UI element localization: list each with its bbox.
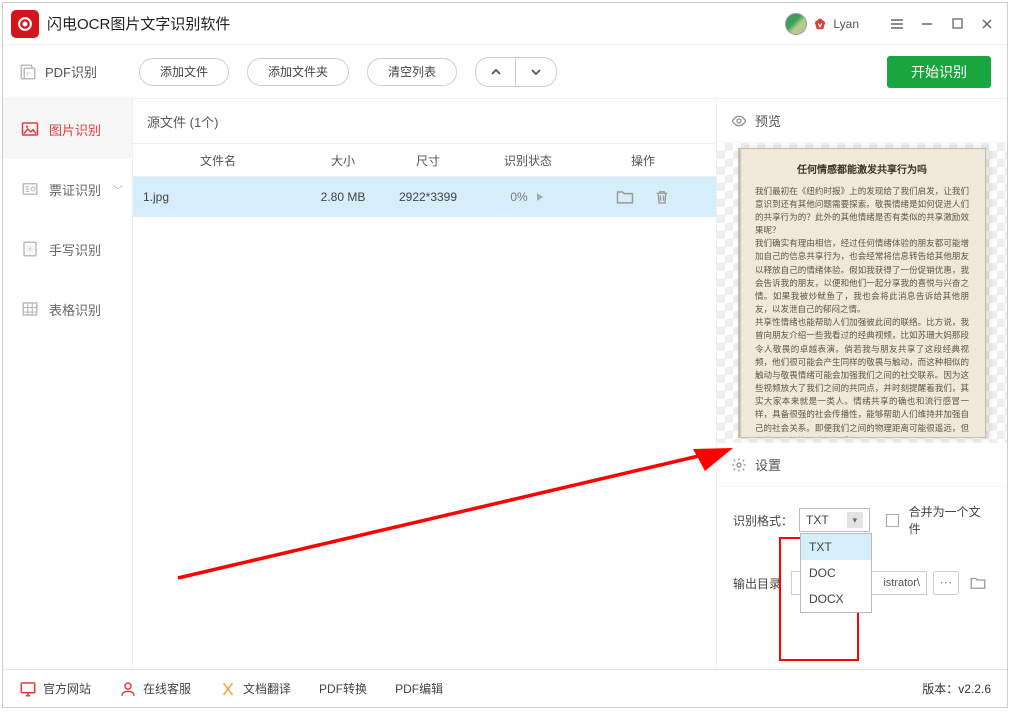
app-logo: [11, 10, 39, 38]
file-dim-cell: 2922*3399: [383, 190, 473, 204]
progress-indicator: 0%: [510, 190, 545, 204]
sidebar-item-label: PDF识别: [45, 62, 97, 81]
output-label: 输出目录: [733, 575, 785, 592]
preview-page-thumbnail[interactable]: 任何情感都能激发共享行为吗 我们最初在《纽约时报》上的发现给了我们启发，让我们意…: [738, 148, 986, 438]
gear-icon: [731, 457, 747, 473]
footer: 官方网站 在线客服 文档翻译 PDF转换 PDF编辑 版本：v2.2.6: [3, 669, 1007, 707]
chevron-down-icon: ▾: [847, 512, 863, 528]
menu-button[interactable]: [885, 12, 909, 36]
sidebar-item-label: 图片识别: [49, 120, 101, 139]
svg-text:P: P: [27, 71, 31, 77]
col-header-name: 文件名: [133, 152, 303, 169]
format-dropdown[interactable]: TXT DOC DOCX: [800, 533, 872, 613]
sidebar-item-pdf[interactable]: P PDF识别: [19, 62, 119, 81]
col-header-dim: 尺寸: [383, 152, 473, 169]
merge-checkbox[interactable]: [886, 514, 899, 527]
col-header-status: 识别状态: [473, 152, 583, 169]
delete-icon[interactable]: [653, 187, 671, 207]
open-folder-icon[interactable]: [615, 187, 635, 207]
start-recognition-button[interactable]: 开始识别: [887, 56, 991, 88]
format-select[interactable]: TXT ▾ TXT DOC DOCX: [799, 508, 870, 532]
move-down-button[interactable]: [516, 58, 556, 86]
file-list-panel: 源文件 (1个) 文件名 大小 尺寸 识别状态 操作 1.jpg 2.80 MB…: [133, 99, 717, 669]
version-label: 版本：v2.2.6: [922, 680, 991, 697]
add-folder-button[interactable]: 添加文件夹: [247, 58, 349, 86]
toolbar: P PDF识别 添加文件 添加文件夹 清空列表 开始识别: [3, 45, 1007, 99]
footer-link-translate[interactable]: 文档翻译: [219, 680, 291, 698]
sidebar-item-handwriting[interactable]: 手写识别: [3, 219, 132, 279]
move-up-button[interactable]: [476, 58, 516, 86]
file-table-header: 文件名 大小 尺寸 识别状态 操作: [133, 143, 716, 177]
footer-link-support[interactable]: 在线客服: [119, 680, 191, 698]
format-label: 识别格式：: [733, 512, 793, 529]
format-option-doc[interactable]: DOC: [801, 560, 871, 586]
footer-link-pdf-convert[interactable]: PDF转换: [319, 680, 367, 697]
merge-label: 合并为一个文件: [909, 503, 991, 537]
file-section-title: 源文件 (1个): [133, 99, 716, 143]
col-header-size: 大小: [303, 152, 383, 169]
eye-icon: [731, 113, 747, 129]
minimize-button[interactable]: [915, 12, 939, 36]
preview-body: 任何情感都能激发共享行为吗 我们最初在《纽约时报》上的发现给了我们启发，让我们意…: [717, 143, 1007, 443]
more-button[interactable]: ⋯: [933, 571, 959, 595]
settings-header: 设置: [717, 443, 1007, 487]
sidebar-item-table[interactable]: 表格识别: [3, 279, 132, 339]
preview-header: 预览: [717, 99, 1007, 143]
add-file-button[interactable]: 添加文件: [139, 58, 229, 86]
format-option-docx[interactable]: DOCX: [801, 586, 871, 612]
preview-title: 预览: [755, 111, 781, 130]
sidebar-item-label: 票证识别: [49, 180, 101, 199]
play-icon[interactable]: [534, 191, 546, 203]
sidebar-item-label: 表格识别: [49, 300, 101, 319]
footer-link-website[interactable]: 官方网站: [19, 680, 91, 698]
sidebar: 图片识别 票证识别 ﹀ 手写识别 表格识别: [3, 99, 133, 669]
user-avatar[interactable]: [785, 13, 807, 35]
username-label[interactable]: Lyan: [833, 17, 859, 31]
clear-list-button[interactable]: 清空列表: [367, 58, 457, 86]
chevron-down-icon: ﹀: [113, 182, 123, 197]
file-size-cell: 2.80 MB: [303, 190, 383, 204]
app-title: 闪电OCR图片文字识别软件: [47, 13, 230, 34]
sidebar-item-image[interactable]: 图片识别: [3, 99, 132, 159]
vip-badge-icon: [813, 17, 827, 31]
settings-title: 设置: [755, 455, 781, 474]
sidebar-item-label: 手写识别: [49, 240, 101, 259]
col-header-op: 操作: [583, 152, 703, 169]
file-name-cell: 1.jpg: [133, 190, 303, 204]
maximize-button[interactable]: [945, 12, 969, 36]
table-row[interactable]: 1.jpg 2.80 MB 2922*3399 0%: [133, 177, 716, 217]
reorder-group: [475, 57, 557, 87]
format-option-txt[interactable]: TXT: [801, 534, 871, 560]
titlebar: 闪电OCR图片文字识别软件 Lyan: [3, 3, 1007, 45]
close-button[interactable]: [975, 12, 999, 36]
footer-link-pdf-edit[interactable]: PDF编辑: [395, 680, 443, 697]
sidebar-item-ticket[interactable]: 票证识别 ﹀: [3, 159, 132, 219]
right-panel: 预览 任何情感都能激发共享行为吗 我们最初在《纽约时报》上的发现给了我们启发，让…: [717, 99, 1007, 669]
browse-folder-button[interactable]: [965, 571, 991, 595]
